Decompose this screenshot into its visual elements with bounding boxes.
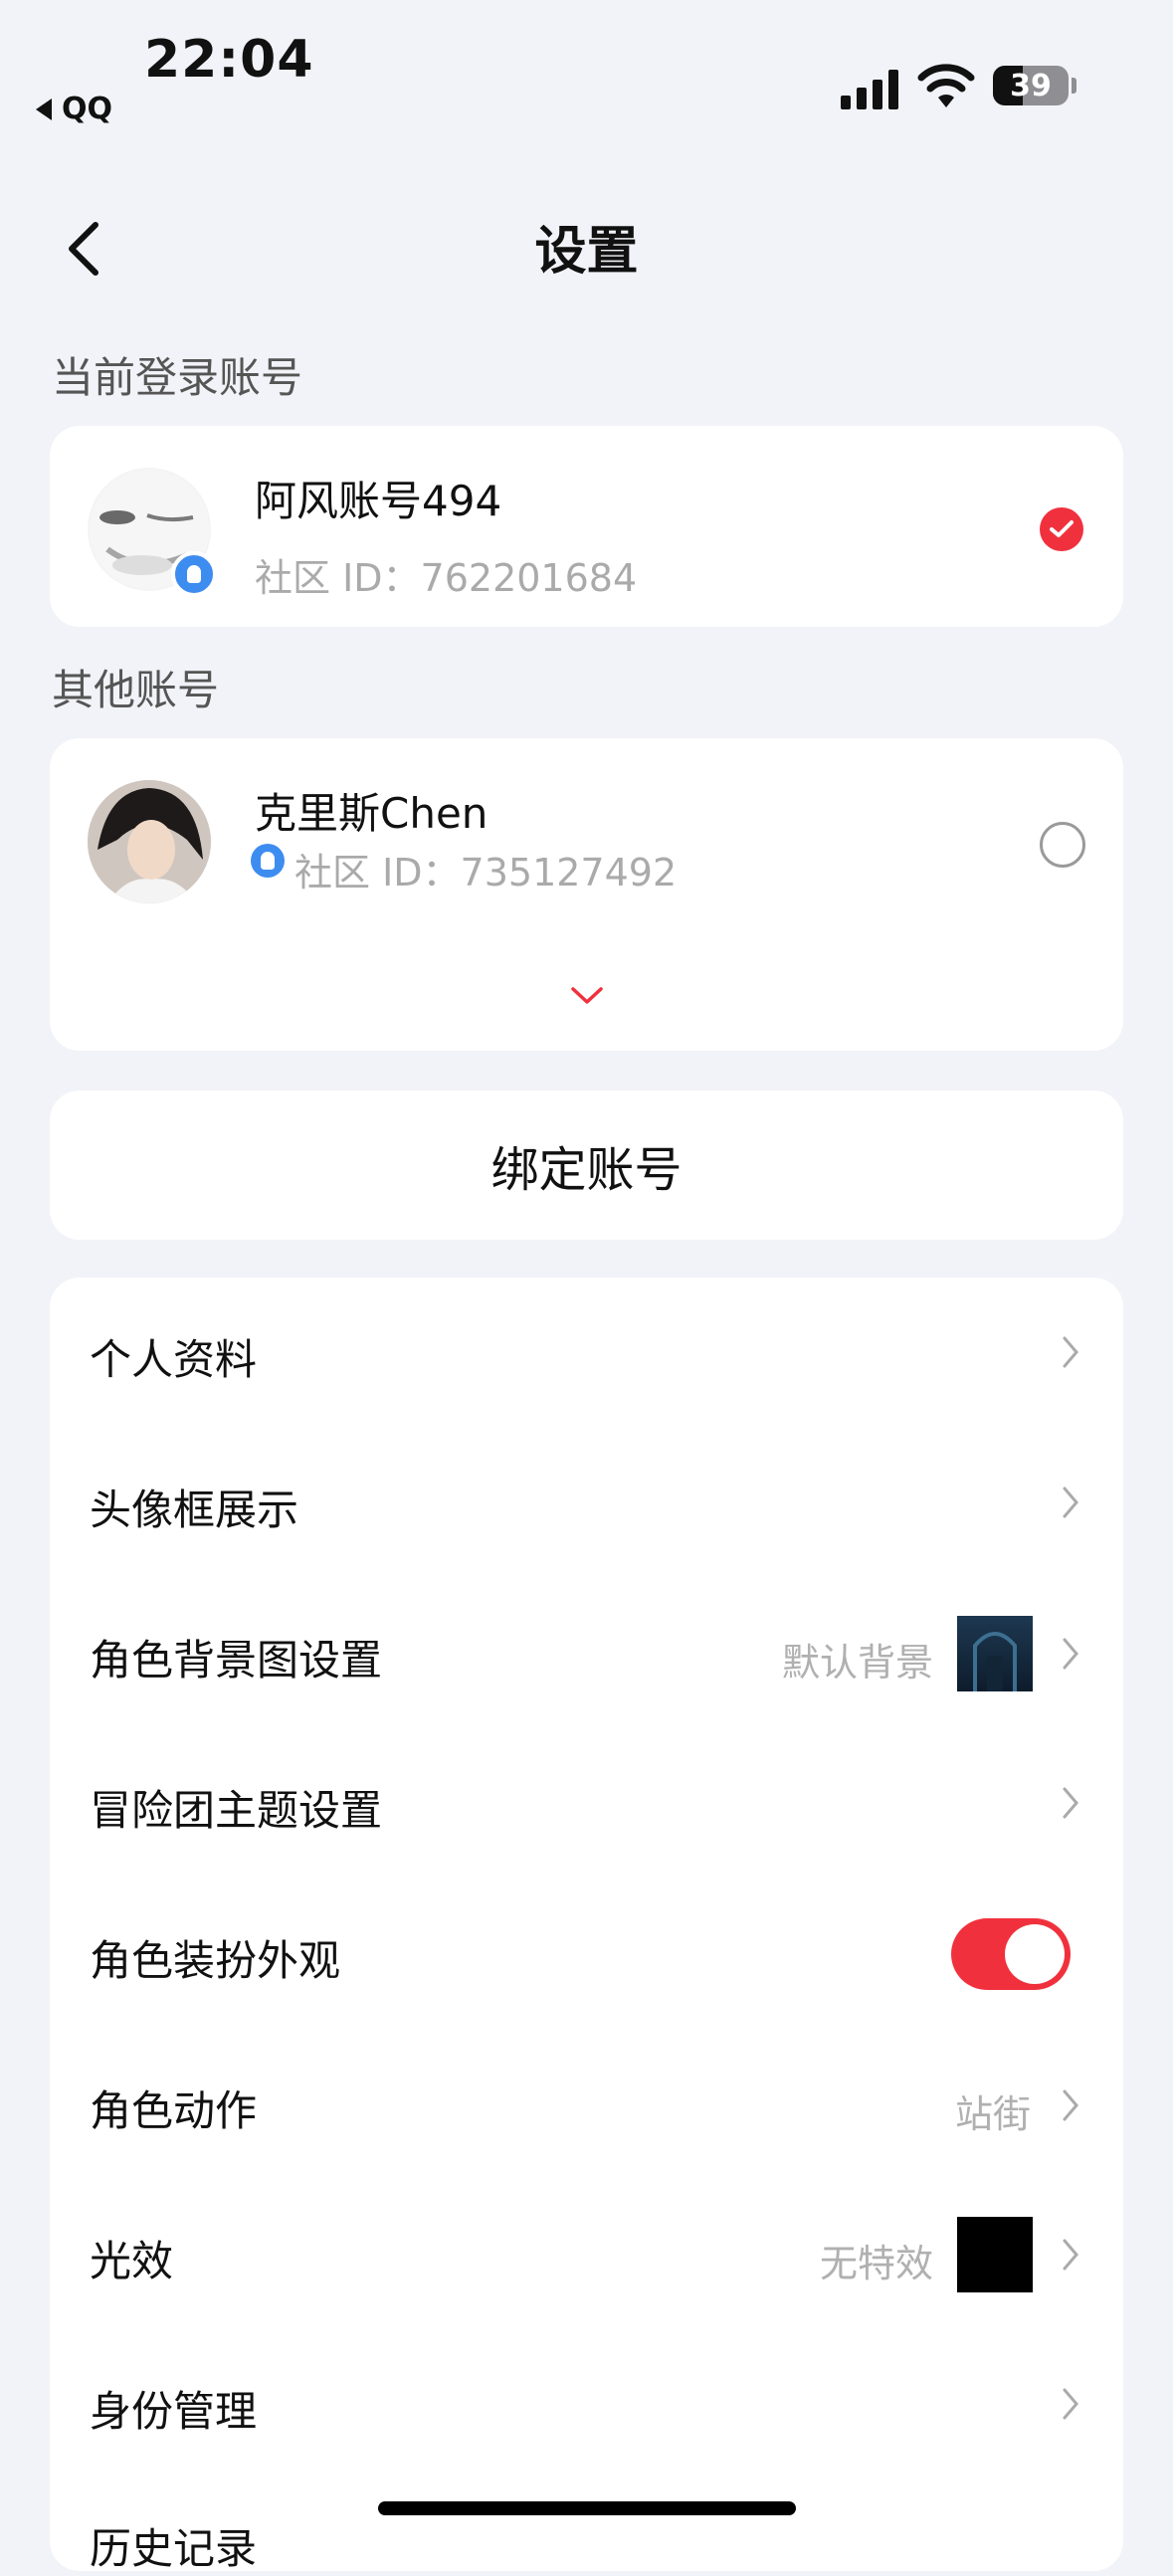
current-account-name: 阿风账号494 (255, 477, 502, 525)
battery-indicator: 39 (993, 66, 1069, 105)
settings-row-personal-info[interactable]: 个人资料 (90, 1326, 257, 1387)
light-effect-thumbnail (957, 2217, 1033, 2292)
back-to-app[interactable]: QQ (36, 92, 112, 126)
settings-list-card (50, 1278, 1123, 2571)
chevron-right-icon (1063, 1638, 1078, 1670)
wifi-icon (917, 64, 975, 107)
home-indicator[interactable] (378, 2501, 796, 2515)
chevron-right-icon (1063, 2388, 1078, 2420)
battery-cap (1072, 78, 1076, 94)
page-title: 设置 (534, 222, 639, 282)
chevron-right-icon (1063, 1486, 1078, 1518)
role-appearance-toggle[interactable] (951, 1918, 1071, 1990)
bind-account-button[interactable]: 绑定账号 (50, 1090, 1123, 1240)
light-effect-value: 无特效 (819, 2242, 933, 2285)
settings-row-history[interactable]: 历史记录 (90, 2515, 257, 2576)
other-accounts-section-label: 其他账号 (52, 666, 220, 714)
other-account-avatar (88, 780, 211, 903)
settings-row-light-effect[interactable]: 光效 (90, 2228, 173, 2288)
selected-check-icon[interactable] (1040, 507, 1083, 551)
chevron-right-icon (1063, 1336, 1078, 1368)
settings-row-role-background[interactable]: 角色背景图设置 (90, 1627, 382, 1687)
status-time: 22:04 (144, 30, 314, 90)
back-triangle-icon (36, 98, 52, 120)
chevron-right-icon (1063, 2239, 1078, 2271)
current-account-section-label: 当前登录账号 (52, 353, 303, 402)
role-action-value: 站街 (954, 2092, 1031, 2136)
settings-row-avatar-frame[interactable]: 头像框展示 (90, 1477, 298, 1537)
current-account-id: 社区 ID：762201684 (255, 556, 638, 600)
qq-badge-icon (171, 551, 217, 597)
chevron-right-icon (1063, 1787, 1078, 1819)
settings-row-identity-management[interactable]: 身份管理 (90, 2378, 257, 2439)
other-account-name: 克里斯Chen (255, 789, 489, 838)
chevron-right-icon (1063, 2089, 1078, 2121)
battery-percent: 39 (1010, 68, 1052, 103)
cellular-signal-icon (841, 68, 902, 109)
qq-small-icon (251, 844, 285, 878)
expand-chevron-down-icon[interactable] (569, 985, 605, 1007)
settings-row-role-appearance: 角色装扮外观 (90, 1936, 341, 1985)
background-thumbnail (957, 1616, 1033, 1691)
settings-row-team-theme[interactable]: 冒险团主题设置 (90, 1777, 382, 1838)
unselected-radio-icon[interactable] (1040, 822, 1085, 868)
back-app-label: QQ (62, 92, 113, 126)
other-account-id: 社区 ID：735127492 (294, 851, 678, 894)
settings-row-role-action[interactable]: 角色动作 (90, 2078, 257, 2138)
role-background-value: 默认背景 (781, 1641, 933, 1684)
